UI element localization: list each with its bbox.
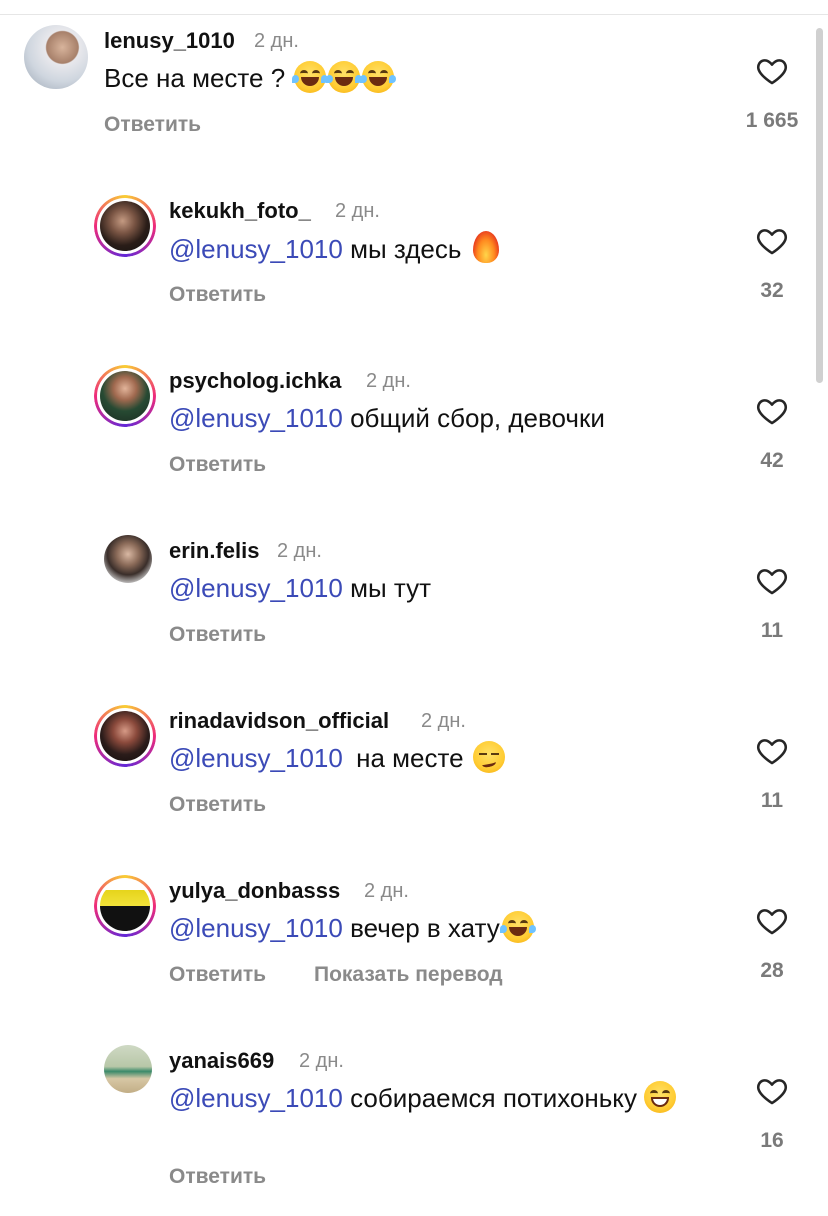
comment-time: 2 дн. [364,880,409,902]
comments-screen: lenusy_1010 2 дн. Все на месте ? Ответит… [0,0,828,1216]
avatar[interactable] [94,365,156,427]
comment-time: 2 дн. [299,1050,344,1072]
like-count: 11 [760,789,784,812]
comment-username[interactable]: rinadavidson_official [169,708,389,734]
smirking-face-emoji-icon [472,741,505,773]
heart-outline-icon[interactable] [755,564,789,598]
comment-body: вечер в хату [350,913,500,943]
avatar[interactable] [94,195,156,257]
comment-body: общий сбор, девочки [350,403,605,433]
mention-link[interactable]: @lenusy_1010 [169,743,343,773]
tears-of-joy-emoji-icon [360,61,397,93]
reply-button[interactable]: Ответить [169,1165,266,1189]
avatar[interactable] [104,535,152,583]
tears-of-joy-emoji-icon [499,911,536,943]
comment-text: @lenusy_1010 мы тут [169,571,431,605]
like-count: 32 [760,279,784,302]
comment-body: Все на месте ? [104,63,286,93]
comment-body: мы здесь [350,234,462,264]
mention-link[interactable]: @lenusy_1010 [169,573,343,603]
like-count: 16 [760,1129,784,1152]
grinning-face-emoji-icon [644,1081,677,1113]
comment-username[interactable]: lenusy_1010 [104,28,235,54]
mention-link[interactable]: @lenusy_1010 [169,403,343,433]
comment-text: @lenusy_1010 вечер в хату [169,911,536,945]
scrollbar[interactable] [816,28,823,383]
avatar[interactable] [94,875,156,937]
comment-time: 2 дн. [366,370,411,392]
like-count: 11 [760,619,784,642]
like-count: 1 665 [745,109,799,132]
heart-outline-icon[interactable] [755,734,789,768]
comment-body: мы тут [350,573,431,603]
reply-button[interactable]: Ответить [104,113,201,137]
heart-outline-icon[interactable] [755,1074,789,1108]
comment-username[interactable]: psycholog.ichka [169,368,341,394]
heart-outline-icon[interactable] [755,224,789,258]
comment-username[interactable]: yanais669 [169,1048,274,1074]
heart-outline-icon[interactable] [755,904,789,938]
avatar[interactable] [24,25,88,89]
mention-link[interactable]: @lenusy_1010 [169,913,343,943]
reply-button[interactable]: Ответить [169,623,266,647]
comment-time: 2 дн. [277,540,322,562]
tears-of-joy-emoji-icon [292,61,329,93]
mention-link[interactable]: @lenusy_1010 [169,234,343,264]
comment-text: @lenusy_1010 общий сбор, девочки [169,401,605,435]
comment-text: @lenusy_1010 мы здесь [169,231,499,266]
top-divider [0,14,828,15]
tears-of-joy-emoji-icon [326,61,363,93]
heart-outline-icon[interactable] [755,394,789,428]
comment-time: 2 дн. [421,710,466,732]
reply-button[interactable]: Ответить [169,453,266,477]
show-translation-button[interactable]: Показать перевод [314,963,503,987]
like-count: 28 [760,959,784,982]
comment-text: @lenusy_1010 собираемся потихоньку [169,1081,729,1115]
comment-text: @lenusy_1010 на месте [169,741,505,775]
fire-emoji-icon [472,231,499,263]
avatar[interactable] [104,1045,152,1093]
heart-outline-icon[interactable] [755,54,789,88]
comment-time: 2 дн. [335,200,380,222]
comment-username[interactable]: erin.felis [169,538,259,564]
reply-button[interactable]: Ответить [169,963,266,987]
mention-link[interactable]: @lenusy_1010 [169,1083,343,1113]
like-count: 42 [760,449,784,472]
reply-button[interactable]: Ответить [169,283,266,307]
comment-username[interactable]: kekukh_foto_ [169,198,311,224]
comment-time: 2 дн. [254,30,299,52]
comment-body: на месте [356,743,464,773]
comment-body: собираемся потихоньку [350,1083,637,1113]
reply-button[interactable]: Ответить [169,793,266,817]
avatar[interactable] [94,705,156,767]
comment-username[interactable]: yulya_donbasss [169,878,340,904]
comment-text: Все на месте ? [104,61,397,95]
